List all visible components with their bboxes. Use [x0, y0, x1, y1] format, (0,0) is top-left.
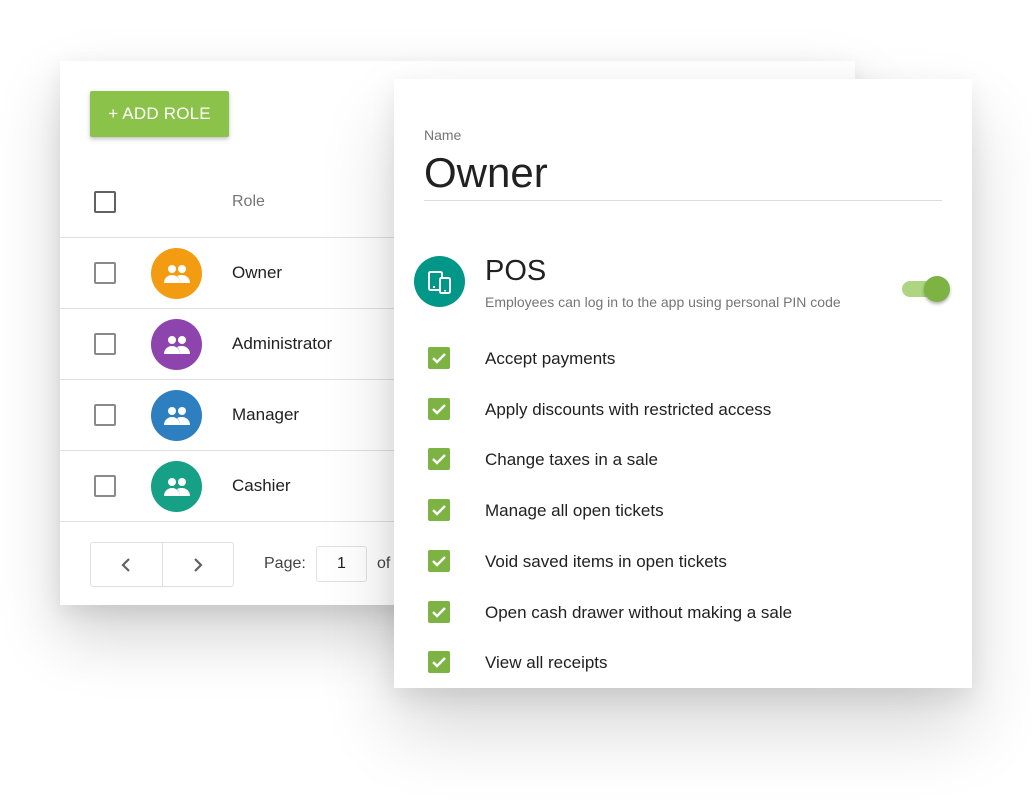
role-avatar: [151, 248, 202, 299]
role-detail-card: Name POS Employees can log in to the app…: [394, 79, 972, 688]
role-name-input[interactable]: [424, 145, 942, 201]
next-page-button[interactable]: [161, 543, 234, 586]
people-icon: [163, 477, 190, 496]
permission-checkbox[interactable]: [428, 499, 450, 521]
pos-icon-badge: [414, 256, 465, 307]
people-icon: [163, 264, 190, 283]
check-icon: [432, 353, 446, 364]
permission-item[interactable]: Void saved items in open tickets: [394, 542, 972, 582]
pos-title: POS: [485, 255, 547, 287]
permission-checkbox[interactable]: [428, 448, 450, 470]
permission-checkbox[interactable]: [428, 651, 450, 673]
permission-label: Manage all open tickets: [485, 501, 664, 520]
row-checkbox[interactable]: [94, 475, 116, 497]
permission-item[interactable]: Change taxes in a sale: [394, 440, 972, 480]
row-checkbox[interactable]: [94, 262, 116, 284]
toggle-thumb: [924, 276, 950, 302]
permission-item[interactable]: View all receipts: [394, 643, 972, 683]
pagination-buttons: [90, 542, 234, 587]
select-all-checkbox[interactable]: [94, 191, 116, 213]
permission-item[interactable]: Accept payments: [394, 339, 972, 379]
permission-label: Accept payments: [485, 349, 616, 368]
role-column-header: Role: [232, 193, 265, 210]
check-icon: [432, 454, 446, 465]
role-avatar: [151, 461, 202, 512]
permission-checkbox[interactable]: [428, 398, 450, 420]
permission-label: Open cash drawer without making a sale: [485, 603, 793, 622]
permission-item[interactable]: Apply discounts with restricted access: [394, 390, 972, 430]
row-checkbox[interactable]: [94, 333, 116, 355]
role-avatar: [151, 319, 202, 370]
check-icon: [432, 657, 446, 668]
chevron-right-icon: [193, 557, 203, 572]
permission-item[interactable]: Open cash drawer without making a sale: [394, 593, 972, 633]
permission-label: Apply discounts with restricted access: [485, 400, 772, 419]
people-icon: [163, 406, 190, 425]
role-name: Cashier: [232, 476, 291, 495]
devices-icon: [427, 270, 451, 294]
check-icon: [432, 556, 446, 567]
permission-label: View all receipts: [485, 653, 608, 672]
check-icon: [432, 607, 446, 618]
role-name: Owner: [232, 263, 283, 282]
role-name: Administrator: [232, 334, 333, 353]
permission-checkbox[interactable]: [428, 601, 450, 623]
permission-checkbox[interactable]: [428, 347, 450, 369]
pos-description: Employees can log in to the app using pe…: [485, 294, 841, 310]
role-name: Manager: [232, 405, 300, 424]
page-label: Page:: [264, 555, 306, 572]
row-checkbox[interactable]: [94, 404, 116, 426]
role-avatar: [151, 390, 202, 441]
chevron-left-icon: [121, 557, 131, 572]
permission-item[interactable]: Manage all open tickets: [394, 491, 972, 531]
check-icon: [432, 404, 446, 415]
permission-label: Change taxes in a sale: [485, 450, 658, 469]
permission-checkbox[interactable]: [428, 550, 450, 572]
people-icon: [163, 335, 190, 354]
pos-access-toggle[interactable]: [902, 276, 950, 302]
page-number-input[interactable]: [316, 546, 367, 582]
name-label: Name: [424, 127, 462, 143]
add-role-button[interactable]: + ADD ROLE: [90, 91, 229, 137]
page-of-label: of: [377, 555, 391, 572]
prev-page-button[interactable]: [91, 543, 162, 586]
permission-label: Void saved items in open tickets: [485, 552, 727, 571]
check-icon: [432, 505, 446, 516]
